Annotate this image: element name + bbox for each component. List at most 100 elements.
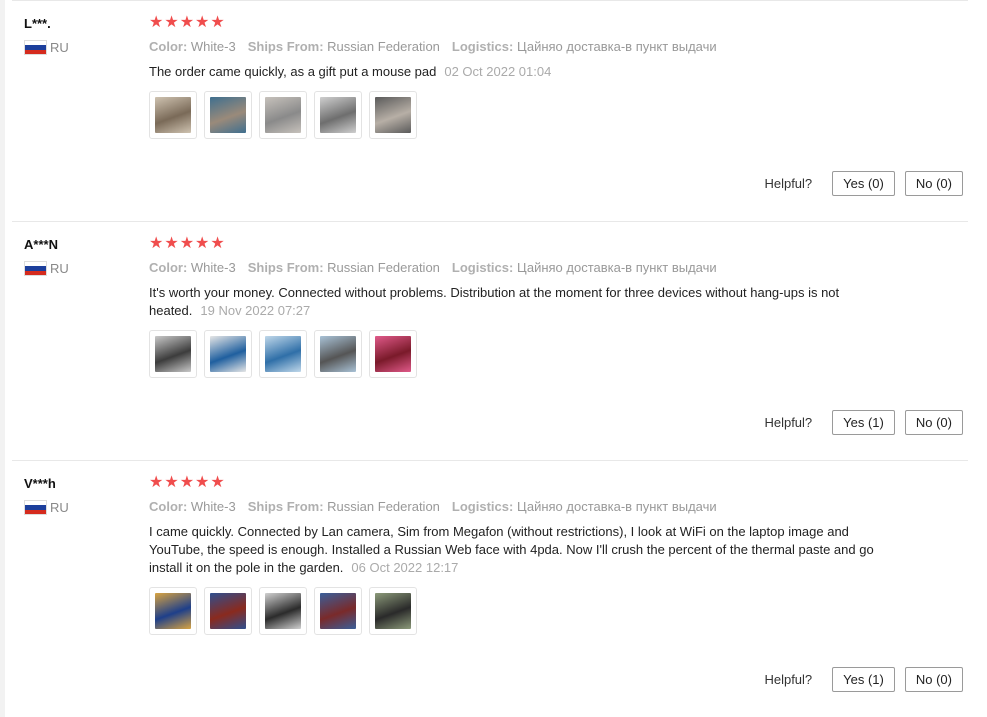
ships-from-value: Russian Federation — [327, 260, 440, 275]
logistics-label: Logistics: — [451, 260, 514, 275]
photo-router-box-blue-thumbnail — [210, 336, 246, 372]
logistics-value: Цайняо доставка-в пункт выдачи — [516, 260, 717, 275]
logistics-value: Цайняо доставка-в пункт выдачи — [516, 499, 717, 514]
color-label: Color: — [149, 260, 188, 275]
review-body: I came quickly. Connected by Lan camera,… — [149, 524, 874, 575]
ships-from-value: Russian Federation — [327, 499, 440, 514]
star-icon: ★ — [195, 235, 210, 252]
helpful-no-button[interactable]: No (0) — [904, 171, 963, 196]
review-photo[interactable] — [149, 91, 197, 139]
star-icon: ★ — [149, 474, 164, 491]
review-photo[interactable] — [369, 91, 417, 139]
review-date: 02 Oct 2022 01:04 — [444, 64, 552, 79]
review-divider — [12, 221, 968, 222]
review-photos — [149, 91, 417, 139]
color-value: White-3 — [190, 499, 236, 514]
review-date: 06 Oct 2022 12:17 — [351, 560, 459, 575]
page-left-edge — [0, 0, 5, 717]
star-icon: ★ — [149, 14, 164, 31]
country-code: RU — [50, 500, 69, 515]
ships-from-value: Russian Federation — [327, 39, 440, 54]
color-label: Color: — [149, 499, 188, 514]
photo-router-mounted-thumbnail — [155, 336, 191, 372]
reviewer-name: V***h — [24, 476, 56, 491]
color-label: Color: — [149, 39, 188, 54]
review-attributes: Color: White-3 Ships From: Russian Federa… — [149, 499, 717, 514]
reviewer-country: RU — [24, 261, 69, 276]
star-icon: ★ — [179, 474, 195, 491]
helpful-yes-button[interactable]: Yes (1) — [832, 410, 895, 435]
review-photo[interactable] — [204, 91, 252, 139]
review-photo[interactable] — [259, 587, 307, 635]
review-photo[interactable] — [314, 330, 362, 378]
review-divider — [12, 460, 968, 461]
photo-router-packaging-thumbnail — [320, 97, 356, 133]
photo-box-blue-thumbnail — [155, 593, 191, 629]
star-icon: ★ — [210, 14, 225, 31]
photo-router-wall-thumbnail — [375, 97, 411, 133]
star-icon: ★ — [195, 14, 210, 31]
reviewer-country: RU — [24, 40, 69, 55]
color-value: White-3 — [190, 260, 236, 275]
ships-from-label: Ships From: — [247, 39, 324, 54]
photo-screen-thumbnail — [375, 336, 411, 372]
photo-pole-thumbnail — [375, 593, 411, 629]
star-icon: ★ — [195, 474, 210, 491]
logistics-value: Цайняо доставка-в пункт выдачи — [516, 39, 717, 54]
star-icon: ★ — [164, 235, 179, 252]
star-icon: ★ — [149, 235, 164, 252]
country-code: RU — [50, 40, 69, 55]
helpful-vote: Helpful? Yes (0) No (0) — [764, 171, 963, 196]
review-attributes: Color: White-3 Ships From: Russian Federa… — [149, 39, 717, 54]
photo-router-table-thumbnail — [265, 593, 301, 629]
review-date: 19 Nov 2022 07:27 — [200, 303, 311, 318]
star-icon: ★ — [179, 14, 195, 31]
review-photo[interactable] — [314, 91, 362, 139]
reviewer-name: L***. — [24, 16, 51, 31]
reviewer-name: A***N — [24, 237, 58, 252]
photo-router-hand-thumbnail — [320, 336, 356, 372]
review-text: I came quickly. Connected by Lan camera,… — [149, 523, 879, 577]
helpful-yes-button[interactable]: Yes (0) — [832, 171, 895, 196]
review-photos — [149, 330, 417, 378]
review-photo[interactable] — [149, 587, 197, 635]
helpful-vote: Helpful? Yes (1) No (0) — [764, 667, 963, 692]
review-photo[interactable] — [314, 587, 362, 635]
review-photo[interactable] — [259, 330, 307, 378]
star-icon: ★ — [179, 235, 195, 252]
helpful-no-button[interactable]: No (0) — [904, 410, 963, 435]
photo-mouse-pad-thumbnail — [210, 97, 246, 133]
review-photo[interactable] — [149, 330, 197, 378]
color-value: White-3 — [190, 39, 236, 54]
country-code: RU — [50, 261, 69, 276]
photo-box-front-thumbnail — [320, 593, 356, 629]
review-photo[interactable] — [369, 587, 417, 635]
russia-flag-icon — [24, 40, 47, 55]
photo-router-thumbnail — [265, 97, 301, 133]
review-photo[interactable] — [369, 330, 417, 378]
star-icon: ★ — [210, 474, 225, 491]
logistics-label: Logistics: — [451, 499, 514, 514]
reviewer-country: RU — [24, 500, 69, 515]
photo-router-box-thumbnail — [155, 97, 191, 133]
review-body: The order came quickly, as a gift put a … — [149, 64, 437, 79]
review-photo[interactable] — [204, 587, 252, 635]
rating-stars: ★ ★ ★ ★ ★ — [149, 235, 225, 253]
helpful-yes-button[interactable]: Yes (1) — [832, 667, 895, 692]
russia-flag-icon — [24, 261, 47, 276]
helpful-vote: Helpful? Yes (1) No (0) — [764, 410, 963, 435]
helpful-no-button[interactable]: No (0) — [904, 667, 963, 692]
ships-from-label: Ships From: — [247, 260, 324, 275]
review-photo[interactable] — [259, 91, 307, 139]
logistics-label: Logistics: — [451, 39, 514, 54]
star-icon: ★ — [210, 235, 225, 252]
russia-flag-icon — [24, 500, 47, 515]
review-photo[interactable] — [204, 330, 252, 378]
rating-stars: ★ ★ ★ ★ ★ — [149, 474, 225, 492]
ships-from-label: Ships From: — [247, 499, 324, 514]
helpful-label: Helpful? — [764, 672, 813, 687]
review-text: The order came quickly, as a gift put a … — [149, 63, 879, 81]
helpful-label: Helpful? — [764, 176, 813, 191]
helpful-label: Helpful? — [764, 415, 813, 430]
top-divider — [12, 0, 968, 1]
